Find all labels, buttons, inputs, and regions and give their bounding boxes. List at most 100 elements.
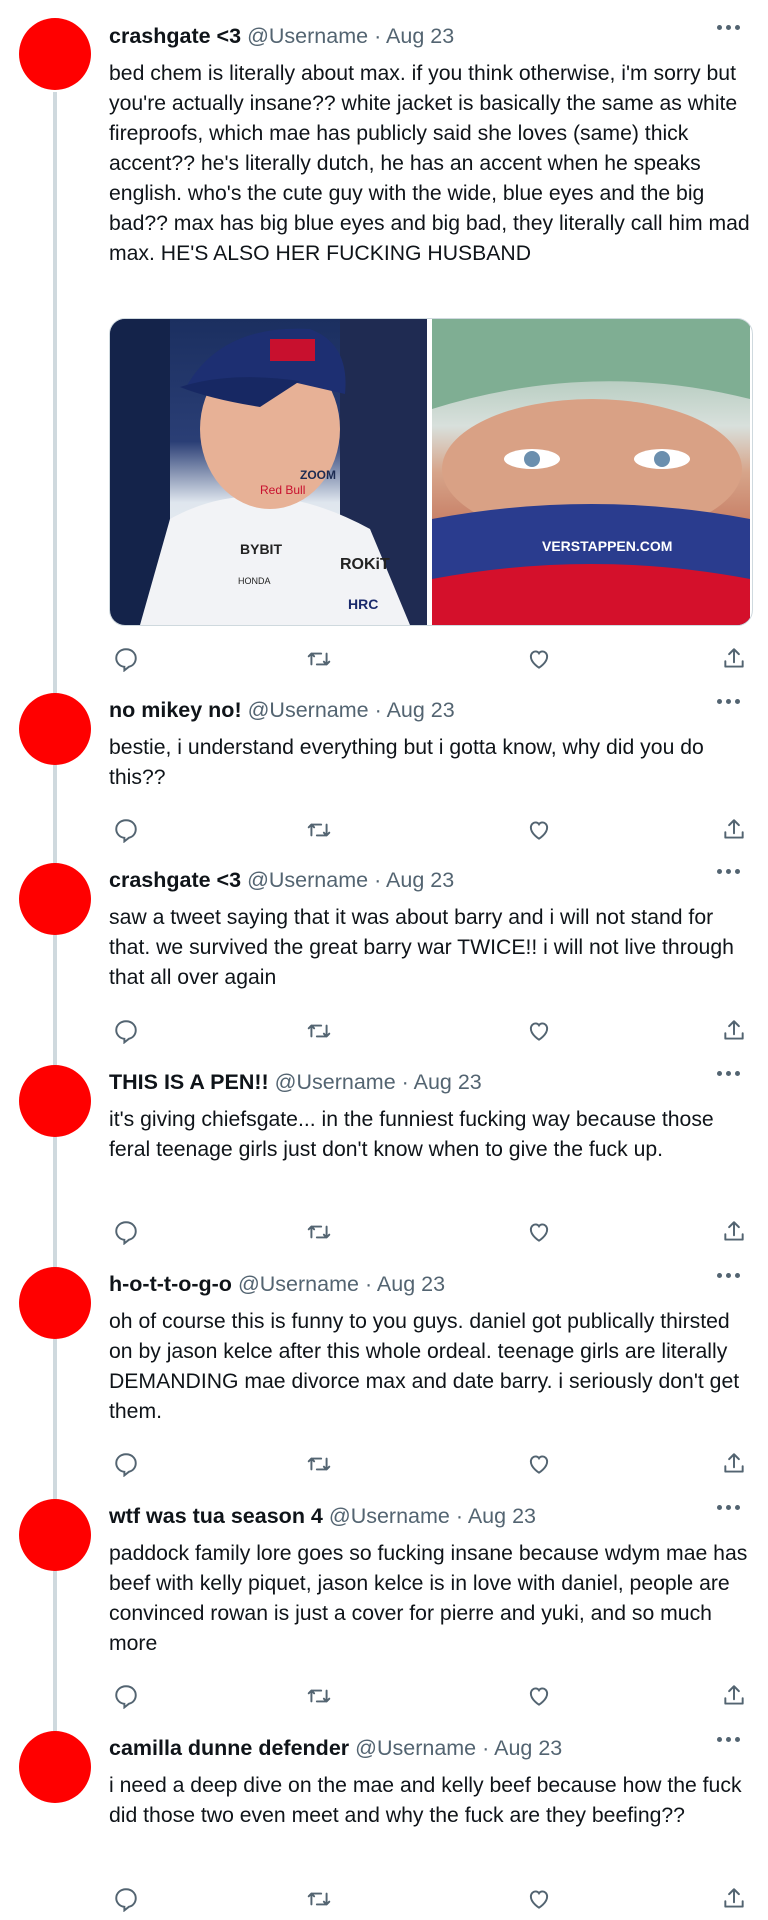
timestamp[interactable]: Aug 23	[386, 868, 454, 892]
avatar[interactable]	[19, 693, 91, 765]
separator-dot: ·	[401, 1070, 409, 1094]
photo-driver-helmet[interactable]: VERSTAPPEN.COM	[432, 319, 750, 625]
handle[interactable]: @Username	[238, 1272, 359, 1296]
retweet-icon[interactable]	[302, 1447, 336, 1481]
like-icon[interactable]	[522, 1215, 556, 1249]
reply-icon[interactable]	[109, 813, 143, 847]
more-options-icon[interactable]	[710, 12, 746, 42]
jacket-logo: Red Bull	[260, 483, 305, 497]
display-name[interactable]: THIS IS A PEN!!	[109, 1070, 269, 1094]
photo-driver-cap[interactable]: Red Bull BYBIT HONDA ZOOM ROKiT HRC	[110, 319, 427, 625]
tweet-header: h-o-t-t-o-g-o @Username · Aug 23	[109, 1269, 445, 1299]
share-icon[interactable]	[717, 642, 751, 676]
share-icon[interactable]	[717, 1447, 751, 1481]
jacket-logo: HRC	[348, 596, 378, 612]
more-options-icon[interactable]	[710, 686, 746, 716]
retweet-icon[interactable]	[302, 1014, 336, 1048]
timestamp[interactable]: Aug 23	[414, 1070, 482, 1094]
timestamp[interactable]: Aug 23	[387, 698, 455, 722]
tweet-text: oh of course this is funny to you guys. …	[109, 1310, 740, 1423]
like-icon[interactable]	[522, 1447, 556, 1481]
more-options-icon[interactable]	[710, 1724, 746, 1754]
handle[interactable]: @Username	[329, 1504, 450, 1528]
reply-icon[interactable]	[109, 1447, 143, 1481]
timestamp[interactable]: Aug 23	[386, 24, 454, 48]
handle[interactable]: @Username	[275, 1070, 396, 1094]
tweet-text: bestie, i understand everything but i go…	[109, 736, 704, 789]
handle[interactable]: @Username	[247, 24, 368, 48]
like-icon[interactable]	[522, 813, 556, 847]
handle[interactable]: @Username	[247, 868, 368, 892]
more-options-icon[interactable]	[710, 856, 746, 886]
share-icon[interactable]	[717, 813, 751, 847]
like-icon[interactable]	[522, 1014, 556, 1048]
retweet-icon[interactable]	[302, 1882, 336, 1916]
reply-icon[interactable]	[109, 1014, 143, 1048]
more-options-icon[interactable]	[710, 1260, 746, 1290]
handle[interactable]: @Username	[355, 1736, 476, 1760]
jacket-logo: ROKiT	[340, 556, 390, 573]
jacket-logo: ZOOM	[300, 468, 336, 482]
tweet[interactable]: crashgate <3 @Username · Aug 23 bed chem…	[0, 0, 768, 690]
tweet-actions	[109, 642, 749, 676]
tweet-header: camilla dunne defender @Username · Aug 2…	[109, 1733, 562, 1763]
display-name[interactable]: camilla dunne defender	[109, 1736, 349, 1760]
avatar[interactable]	[19, 18, 91, 90]
tweet-text: saw a tweet saying that it was about bar…	[109, 906, 734, 989]
jacket-logo: BYBIT	[240, 541, 282, 557]
separator-dot: ·	[455, 1504, 464, 1528]
display-name[interactable]: crashgate <3	[109, 24, 241, 48]
avatar[interactable]	[19, 1499, 91, 1571]
avatar[interactable]	[19, 863, 91, 935]
reply-icon[interactable]	[109, 1882, 143, 1916]
display-name[interactable]: no mikey no!	[109, 698, 242, 722]
tweet-header: crashgate <3 @Username · Aug 23	[109, 865, 454, 895]
reply-icon[interactable]	[109, 642, 143, 676]
tweet-actions	[109, 1215, 749, 1249]
tweet-actions	[109, 813, 749, 847]
display-name[interactable]: h-o-t-t-o-g-o	[109, 1272, 232, 1296]
tweet[interactable]: camilla dunne defender @Username · Aug 2…	[0, 1728, 768, 1920]
handle[interactable]: @Username	[248, 698, 369, 722]
reply-icon[interactable]	[109, 1679, 143, 1713]
tweet-text: paddock family lore goes so fucking insa…	[109, 1542, 748, 1655]
tweet[interactable]: h-o-t-t-o-g-o @Username · Aug 23 oh of c…	[0, 1264, 768, 1496]
timestamp[interactable]: Aug 23	[377, 1272, 445, 1296]
tweet-actions	[109, 1679, 749, 1713]
tweet-actions	[109, 1882, 749, 1916]
like-icon[interactable]	[522, 1882, 556, 1916]
tweet[interactable]: crashgate <3 @Username · Aug 23 saw a tw…	[0, 860, 768, 1062]
avatar[interactable]	[19, 1065, 91, 1137]
avatar[interactable]	[19, 1267, 91, 1339]
share-icon[interactable]	[717, 1679, 751, 1713]
like-icon[interactable]	[522, 1679, 556, 1713]
media-grid[interactable]: Red Bull BYBIT HONDA ZOOM ROKiT HRC VERS…	[109, 318, 753, 626]
avatar[interactable]	[19, 1731, 91, 1803]
like-icon[interactable]	[522, 642, 556, 676]
timestamp[interactable]: Aug 23	[494, 1736, 562, 1760]
tweet-header: no mikey no! @Username · Aug 23	[109, 695, 455, 725]
tweet-text: bed chem is literally about max. if you …	[109, 62, 750, 265]
share-icon[interactable]	[717, 1215, 751, 1249]
tweet-actions	[109, 1014, 749, 1048]
retweet-icon[interactable]	[302, 642, 336, 676]
display-name[interactable]: crashgate <3	[109, 868, 241, 892]
share-icon[interactable]	[717, 1014, 751, 1048]
tweet-text: i need a deep dive on the mae and kelly …	[109, 1774, 742, 1827]
retweet-icon[interactable]	[302, 813, 336, 847]
display-name[interactable]: wtf was tua season 4	[109, 1504, 323, 1528]
retweet-icon[interactable]	[302, 1679, 336, 1713]
share-icon[interactable]	[717, 1882, 751, 1916]
tweet[interactable]: wtf was tua season 4 @Username · Aug 23 …	[0, 1496, 768, 1728]
tweet[interactable]: THIS IS A PEN!! @Username · Aug 23 it's …	[0, 1062, 768, 1264]
more-options-icon[interactable]	[710, 1058, 746, 1088]
timestamp[interactable]: Aug 23	[468, 1504, 536, 1528]
separator-dot: ·	[374, 868, 382, 892]
reply-icon[interactable]	[109, 1215, 143, 1249]
more-options-icon[interactable]	[710, 1492, 746, 1522]
separator-dot: ·	[482, 1736, 490, 1760]
retweet-icon[interactable]	[302, 1215, 336, 1249]
tweet[interactable]: no mikey no! @Username · Aug 23 bestie, …	[0, 690, 768, 860]
separator-dot: ·	[374, 24, 382, 48]
driver-cap-illustration: Red Bull BYBIT HONDA ZOOM ROKiT HRC	[110, 319, 427, 625]
